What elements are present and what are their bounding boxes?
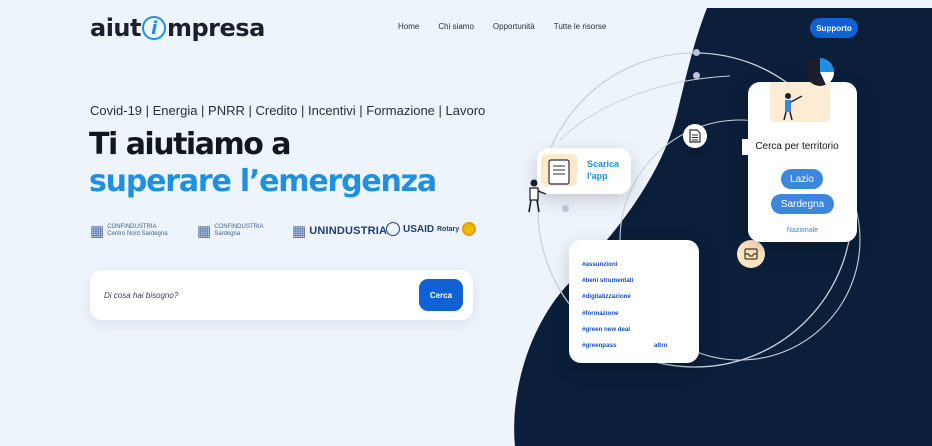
hero-title-line1: Ti aiutiamo a	[89, 127, 292, 162]
partner-sardegna-region: Sardegna	[214, 231, 241, 237]
territory-title: Cerca per territorio	[742, 139, 852, 155]
partner-sardegna-name: CONFINDUSTRIA	[214, 224, 264, 230]
nav-home[interactable]: Home	[398, 22, 419, 31]
pie-chart-icon	[806, 58, 835, 86]
partner-unindustria: ▦ UNINDUSTRIA	[292, 222, 387, 240]
usaid-seal-icon	[386, 222, 400, 236]
document-icon	[683, 124, 707, 148]
main-nav: Home Chi siamo Opportunità Tutte le riso…	[398, 22, 606, 31]
orbit-dot	[693, 49, 700, 56]
download-app-label: Scarica l'app	[587, 158, 627, 182]
logo-i-mark: i	[141, 16, 166, 40]
territory-card: Cerca per territorio Lazio Sardegna Nazi…	[742, 82, 857, 242]
nav-opportunita[interactable]: Opportunità	[493, 22, 535, 31]
person-illustration	[528, 179, 547, 213]
tags-card: #assunzioni #beni strumentali #digitaliz…	[569, 240, 699, 363]
hero-title-line2: superare l’emergenza	[89, 164, 437, 199]
search-button[interactable]: Cerca	[419, 279, 463, 311]
partner-confindustria-cns: ▦ CONFINDUSTRIA Centro Nord Sardegna	[90, 222, 168, 240]
pie-chart-illustration	[770, 82, 830, 122]
partner-usaid: USAID	[386, 222, 434, 236]
tag-link[interactable]: #greenpass	[582, 342, 616, 349]
support-button[interactable]: Supporto	[810, 18, 858, 38]
logo-text-post: mpresa	[166, 14, 265, 42]
orbit-dot	[693, 72, 700, 79]
site-logo[interactable]: aiut i mpresa	[90, 14, 265, 42]
logo-text-pre: aiut	[90, 14, 141, 42]
region-pill-sardegna[interactable]: Sardegna	[771, 194, 834, 214]
orbit-dot	[562, 205, 569, 212]
inbox-icon	[737, 240, 765, 268]
partner-cns-region: Centro Nord Sardegna	[107, 231, 168, 237]
rotary-wheel-icon	[462, 222, 477, 236]
tag-link[interactable]: #digitalizzazione	[582, 293, 631, 300]
region-pill-lazio[interactable]: Lazio	[781, 169, 823, 189]
tags-more-link[interactable]: altro	[654, 342, 667, 349]
partner-rotary: Rotary	[437, 222, 477, 236]
partner-rotary-name: Rotary	[437, 225, 460, 233]
partner-unindustria-name: UNINDUSTRIA	[309, 225, 388, 237]
download-app-label-line2: l'app	[587, 171, 608, 181]
topics-line: Covid-19 | Energia | PNRR | Credito | In…	[90, 103, 486, 118]
tag-link[interactable]: #beni strumentali	[582, 277, 633, 284]
partner-cns-name: CONFINDUSTRIA	[107, 224, 157, 230]
nav-tutte-le-risorse[interactable]: Tutte le risorse	[554, 22, 607, 31]
confindustria-emblem-icon: ▦	[90, 223, 105, 240]
tag-link[interactable]: #green new deal	[582, 326, 630, 333]
partner-confindustria-sardegna: ▦ CONFINDUSTRIA Sardegna	[197, 222, 264, 240]
nav-chi-siamo[interactable]: Chi siamo	[438, 22, 474, 31]
unindustria-emblem-icon: ▦	[292, 223, 307, 240]
national-link[interactable]: Nazionale	[748, 227, 857, 234]
tag-link[interactable]: #formazione	[582, 310, 618, 317]
tag-link[interactable]: #assunzioni	[582, 261, 617, 268]
download-app-label-line1: Scarica	[587, 159, 620, 169]
confindustria-emblem-icon: ▦	[197, 223, 212, 240]
search-box: Cerca	[90, 270, 473, 320]
search-input[interactable]	[104, 285, 404, 305]
partner-usaid-name: USAID	[403, 223, 435, 235]
